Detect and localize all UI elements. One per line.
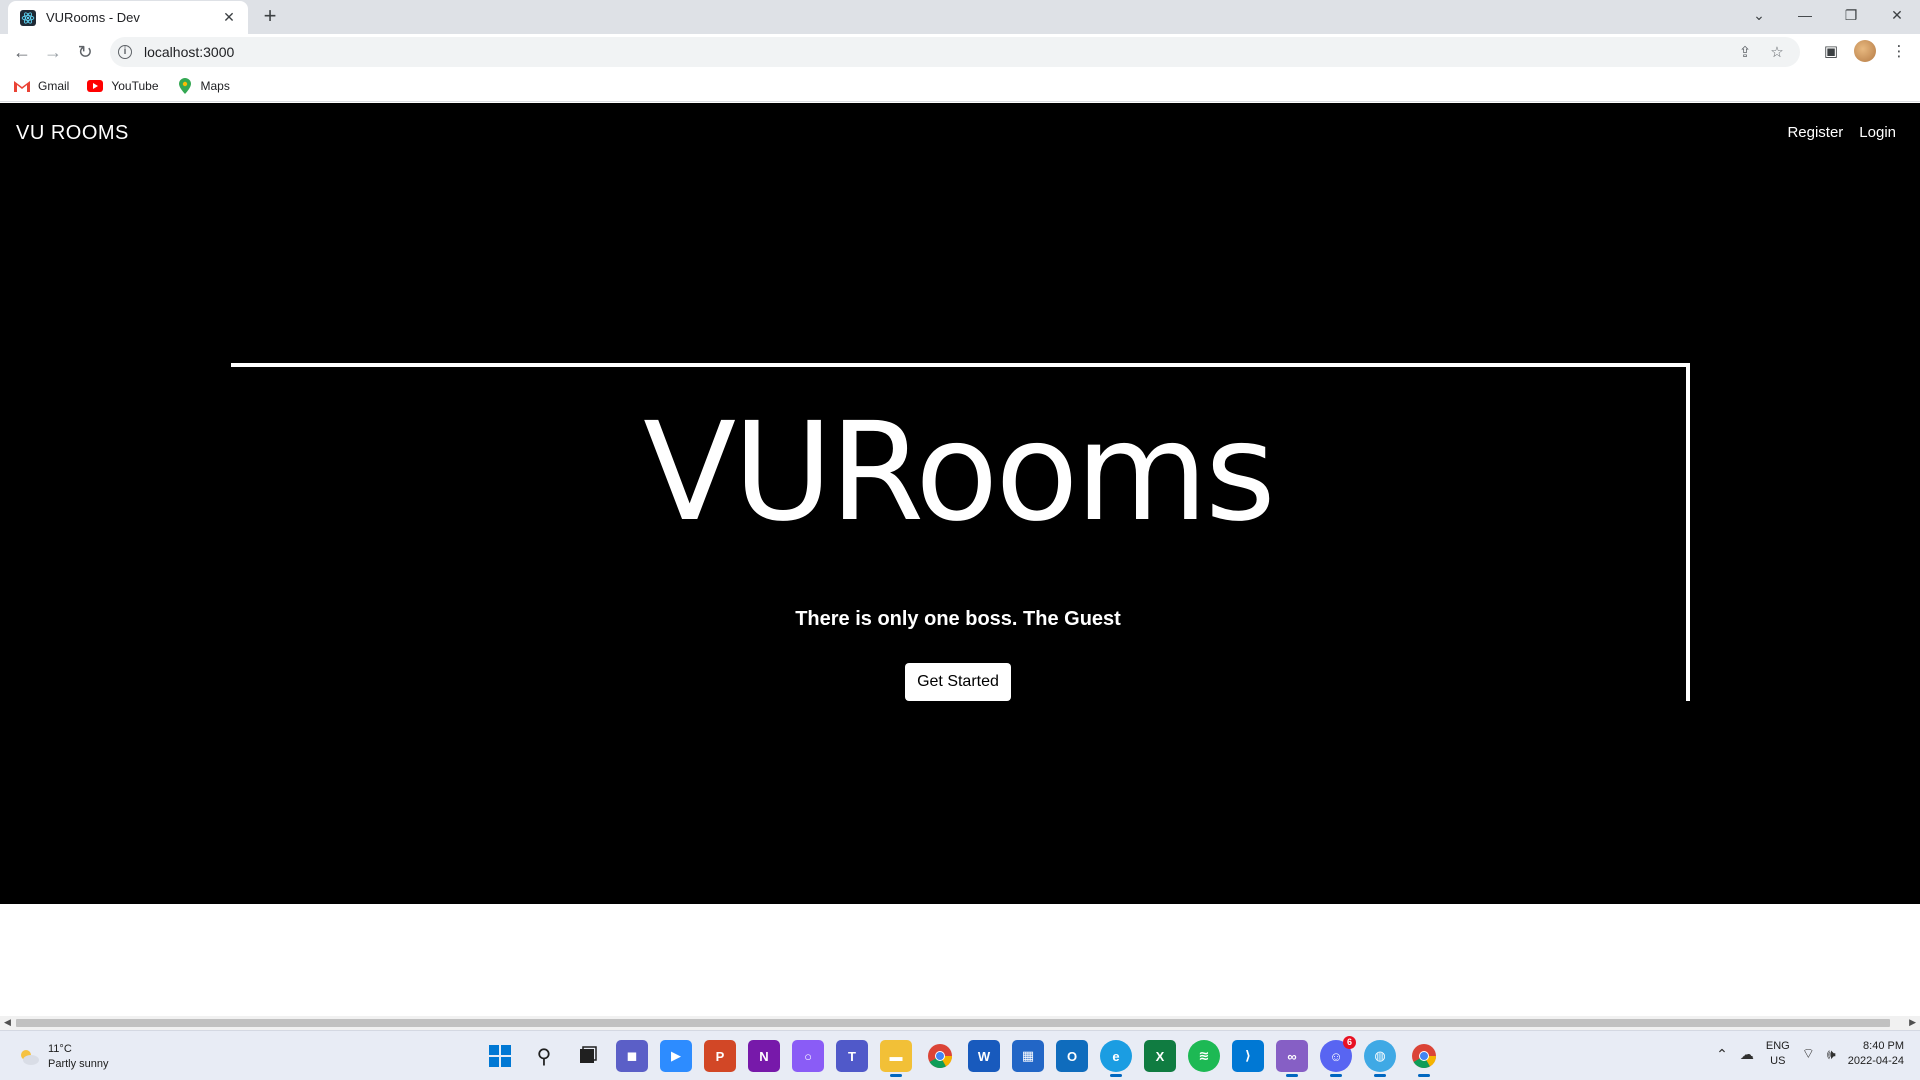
clock[interactable]: 8:40 PM 2022-04-24: [1848, 1039, 1904, 1069]
hero-frame-top-border: [231, 363, 1690, 367]
teams-chat-icon[interactable]: ◼: [616, 1040, 648, 1072]
weather-temp: 11°C: [48, 1043, 72, 1055]
clock-date: 2022-04-24: [1847, 1055, 1904, 1067]
browser-tab[interactable]: VURooms - Dev ✕: [8, 1, 248, 34]
horizontal-scrollbar[interactable]: ◀ ▶: [0, 1016, 1920, 1030]
youtube-icon: [87, 79, 104, 92]
bookmark-star-icon[interactable]: ☆: [1768, 43, 1786, 61]
profile-avatar[interactable]: [1854, 40, 1876, 62]
bookmark-label: Maps: [200, 78, 230, 93]
language-indicator[interactable]: ENG US: [1766, 1039, 1790, 1069]
lang-region: US: [1770, 1055, 1786, 1067]
page-content: VU ROOMS Register Login VURooms There is…: [0, 103, 1920, 904]
weather-desc: Partly sunny: [48, 1058, 109, 1070]
outlook-icon[interactable]: O: [1056, 1040, 1088, 1072]
get-started-button[interactable]: Get Started: [905, 663, 1011, 701]
clock-time: 8:40 PM: [1863, 1040, 1904, 1052]
bookmark-youtube[interactable]: YouTube: [87, 78, 159, 93]
visual-studio-icon[interactable]: ∞: [1276, 1040, 1308, 1077]
vscode-icon[interactable]: ⟩: [1232, 1040, 1264, 1072]
site-brand[interactable]: VU ROOMS: [16, 122, 129, 145]
reload-icon[interactable]: ↻: [73, 40, 97, 64]
lang-primary: ENG: [1765, 1040, 1790, 1052]
browser-tabstrip: VURooms - Dev ✕ + ⌄ — ❐ ✕: [0, 0, 1920, 34]
windows-taskbar: 11°C Partly sunny ⚲ ◼ ▶ P N ○ T ▬ W ▦ O …: [0, 1030, 1920, 1080]
new-tab-icon[interactable]: +: [258, 5, 282, 29]
forward-icon[interactable]: →: [41, 40, 65, 64]
search-icon[interactable]: ⚲: [528, 1040, 560, 1072]
word-icon[interactable]: W: [968, 1040, 1000, 1072]
window-controls: ⌄ — ❐ ✕: [1736, 0, 1920, 30]
restore-icon[interactable]: ❐: [1828, 0, 1874, 30]
powerpoint-icon[interactable]: P: [704, 1040, 736, 1072]
top-nav: Register Login: [1787, 124, 1896, 141]
volume-icon[interactable]: 🕪: [1827, 1046, 1836, 1063]
hero-tagline: There is only one boss. The Guest: [795, 608, 1121, 630]
browser-menu-icon[interactable]: ⋮: [1890, 42, 1908, 60]
login-link[interactable]: Login: [1859, 124, 1896, 141]
side-panel-icon[interactable]: ▣: [1822, 42, 1840, 60]
excel-icon[interactable]: X: [1144, 1040, 1176, 1072]
bookmarks-bar: Gmail YouTube Maps: [0, 70, 1920, 102]
chevron-up-icon[interactable]: ⌃: [1716, 1046, 1728, 1063]
minimize-icon[interactable]: —: [1782, 0, 1828, 30]
onedrive-icon[interactable]: ☁: [1740, 1046, 1754, 1063]
onenote-icon[interactable]: N: [748, 1040, 780, 1072]
partly-sunny-icon: [18, 1048, 40, 1066]
scroll-left-icon[interactable]: ◀: [4, 1017, 11, 1028]
register-link[interactable]: Register: [1787, 124, 1843, 141]
bookmark-label: YouTube: [111, 78, 159, 93]
spotify-icon[interactable]: ≋: [1188, 1040, 1220, 1072]
site-info-icon[interactable]: i: [118, 45, 132, 59]
scrollbar-thumb[interactable]: [16, 1019, 1890, 1027]
share-icon[interactable]: ⇪: [1736, 43, 1754, 61]
wifi-icon[interactable]: ⌔: [1802, 1045, 1815, 1063]
gmail-icon: [14, 80, 30, 92]
window-close-icon[interactable]: ✕: [1874, 0, 1920, 30]
chrome-icon[interactable]: [924, 1040, 956, 1072]
tab-title: VURooms - Dev: [46, 10, 140, 25]
hero-title: VURooms: [643, 394, 1276, 552]
task-view-icon[interactable]: [572, 1040, 604, 1072]
cortana-icon[interactable]: ○: [792, 1040, 824, 1072]
zoom-icon[interactable]: ▶: [660, 1040, 692, 1072]
url-text: localhost:3000: [144, 44, 235, 60]
chrome-dev-icon[interactable]: [1408, 1040, 1440, 1077]
edge-icon[interactable]: e: [1100, 1040, 1132, 1077]
scroll-right-icon[interactable]: ▶: [1909, 1017, 1916, 1028]
system-tray: ⌃ ☁ ENG US ⌔ 🕪 8:40 PM 2022-04-24: [1716, 1039, 1904, 1069]
tab-search-icon[interactable]: ⌄: [1736, 0, 1782, 30]
page-below-fold: [0, 904, 1920, 1016]
weather-widget[interactable]: 11°C Partly sunny: [18, 1042, 109, 1072]
react-favicon-icon: [20, 9, 36, 26]
bookmark-gmail[interactable]: Gmail: [14, 79, 69, 93]
discord-badge: 6: [1343, 1036, 1356, 1049]
teams-icon[interactable]: T: [836, 1040, 868, 1072]
discord-icon[interactable]: ☺ 6: [1320, 1036, 1356, 1077]
back-icon[interactable]: ←: [10, 40, 34, 64]
windows-start-icon[interactable]: [484, 1040, 516, 1072]
address-bar[interactable]: i localhost:3000 ⇪ ☆: [110, 37, 1800, 67]
bookmark-maps[interactable]: Maps: [177, 77, 230, 94]
earth-app-icon[interactable]: ◍: [1364, 1040, 1396, 1077]
bookmark-label: Gmail: [38, 78, 70, 93]
maps-icon: [177, 77, 193, 94]
browser-toolbar: ← → ↻ i localhost:3000 ⇪ ☆ ▣ ⋮: [0, 34, 1920, 70]
tab-close-icon[interactable]: ✕: [220, 9, 238, 26]
file-explorer-icon[interactable]: ▬: [880, 1040, 912, 1077]
microsoft-store-icon[interactable]: ▦: [1012, 1040, 1044, 1072]
taskbar-apps: ⚲ ◼ ▶ P N ○ T ▬ W ▦ O e X ≋ ⟩ ∞ ☺ 6 ◍: [484, 1036, 1440, 1077]
